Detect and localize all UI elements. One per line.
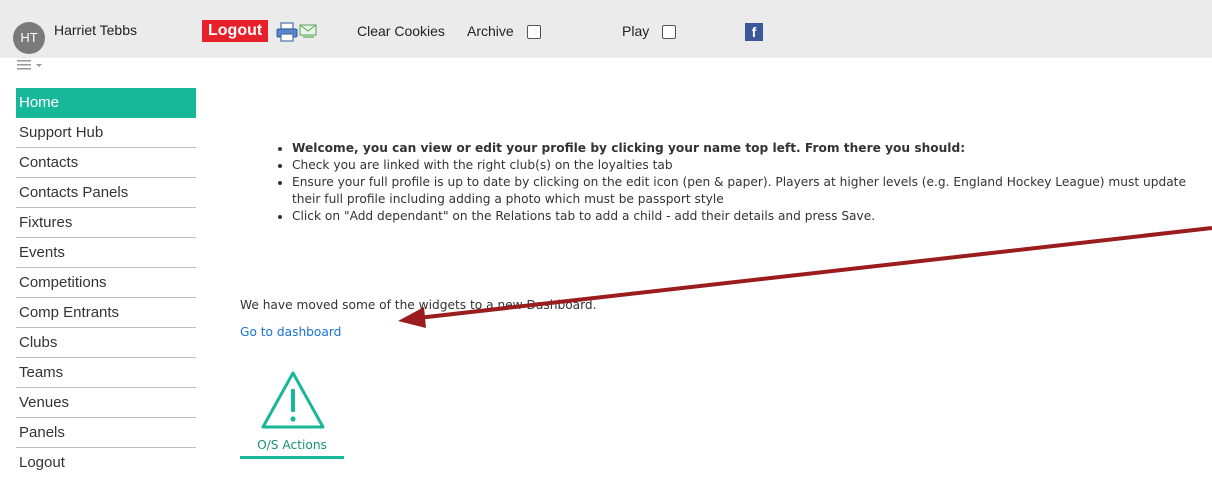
sidebar-item-contacts[interactable]: Contacts <box>16 148 196 178</box>
user-name-link[interactable]: Harriet Tebbs <box>54 22 137 38</box>
warning-icon[interactable] <box>260 370 326 430</box>
main-content: Welcome, you can view or edit your profi… <box>240 140 1200 459</box>
dashboard-moved-notice: We have moved some of the widgets to a n… <box>240 298 597 312</box>
archive-checkbox[interactable] <box>527 25 541 39</box>
sidebar-item-support-hub[interactable]: Support Hub <box>16 118 196 148</box>
sidebar-item-fixtures[interactable]: Fixtures <box>16 208 196 238</box>
play-checkbox[interactable] <box>662 25 676 39</box>
sidebar-item-clubs[interactable]: Clubs <box>16 328 196 358</box>
list-item: Check you are linked with the right club… <box>292 157 1200 174</box>
avatar[interactable]: HT <box>13 22 45 54</box>
sidebar-item-home[interactable]: Home <box>16 88 196 118</box>
list-item: Welcome, you can view or edit your profi… <box>292 140 1200 157</box>
sidebar-item-venues[interactable]: Venues <box>16 388 196 418</box>
logout-button[interactable]: Logout <box>202 20 269 42</box>
welcome-instructions: Welcome, you can view or edit your profi… <box>240 140 1200 225</box>
list-item: Ensure your full profile is up to date b… <box>292 174 1200 208</box>
list-item: Click on "Add dependant" on the Relation… <box>292 208 1200 225</box>
sidebar-item-events[interactable]: Events <box>16 238 196 268</box>
menu-hamburger-icon[interactable] <box>17 59 45 71</box>
play-label: Play <box>622 23 650 39</box>
email-icon[interactable] <box>298 22 318 40</box>
clear-cookies-link[interactable]: Clear Cookies <box>357 23 445 39</box>
facebook-icon[interactable]: f <box>745 23 763 41</box>
sidebar-item-teams[interactable]: Teams <box>16 358 196 388</box>
os-actions-underline <box>240 456 344 459</box>
sidebar-item-competitions[interactable]: Competitions <box>16 268 196 298</box>
sidebar-item-panels[interactable]: Panels <box>16 418 196 448</box>
sidebar-nav: Home Support Hub Contacts Contacts Panel… <box>16 88 196 478</box>
go-to-dashboard-link[interactable]: Go to dashboard <box>240 325 341 339</box>
printer-icon[interactable] <box>276 22 298 42</box>
os-actions-tab[interactable]: O/S Actions <box>240 438 344 452</box>
sidebar-item-contacts-panels[interactable]: Contacts Panels <box>16 178 196 208</box>
sidebar-item-comp-entrants[interactable]: Comp Entrants <box>16 298 196 328</box>
archive-label: Archive <box>467 23 514 39</box>
top-bar: HT Harriet Tebbs Logout Clear Cookies Ar… <box>0 0 1212 58</box>
